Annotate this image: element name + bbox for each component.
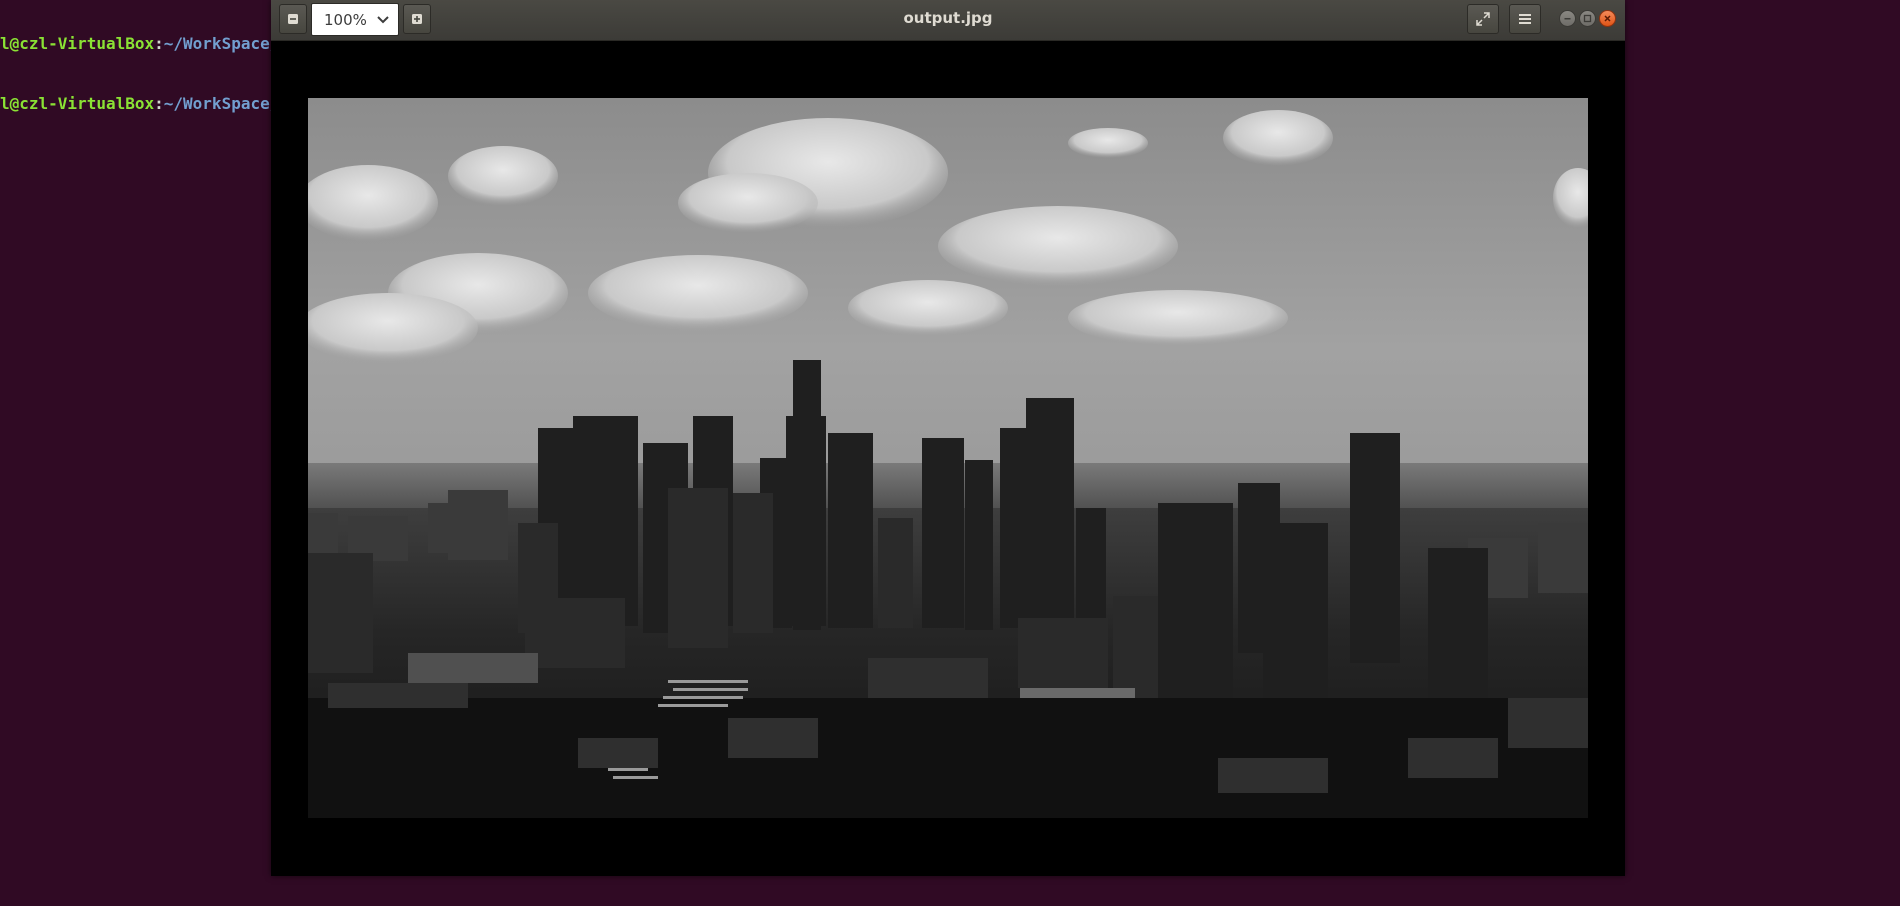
maximize-icon (1583, 14, 1592, 23)
terminal-line: l@czl-VirtualBox:~/WorkSpace/f (0, 94, 289, 113)
city-skyline-photo (308, 98, 1588, 818)
image-viewer-window: 100% output.jpg (271, 0, 1625, 876)
fullscreen-button[interactable] (1467, 4, 1499, 34)
terminal-line: l@czl-VirtualBox:~/WorkSpace/f (0, 34, 289, 53)
close-icon (1604, 15, 1611, 22)
minimize-button[interactable] (1559, 10, 1576, 27)
window-title: output.jpg (903, 9, 993, 27)
maximize-button[interactable] (1579, 10, 1596, 27)
header-bar: 100% output.jpg (271, 0, 1625, 41)
close-button[interactable] (1599, 10, 1616, 27)
menu-button[interactable] (1509, 4, 1541, 34)
displayed-image (308, 98, 1588, 818)
fullscreen-icon (1476, 12, 1490, 26)
minimize-icon (1564, 18, 1571, 20)
hamburger-menu-icon (1519, 14, 1531, 24)
terminal-output: l@czl-VirtualBox:~/WorkSpace/f l@czl-Vir… (0, 0, 289, 134)
